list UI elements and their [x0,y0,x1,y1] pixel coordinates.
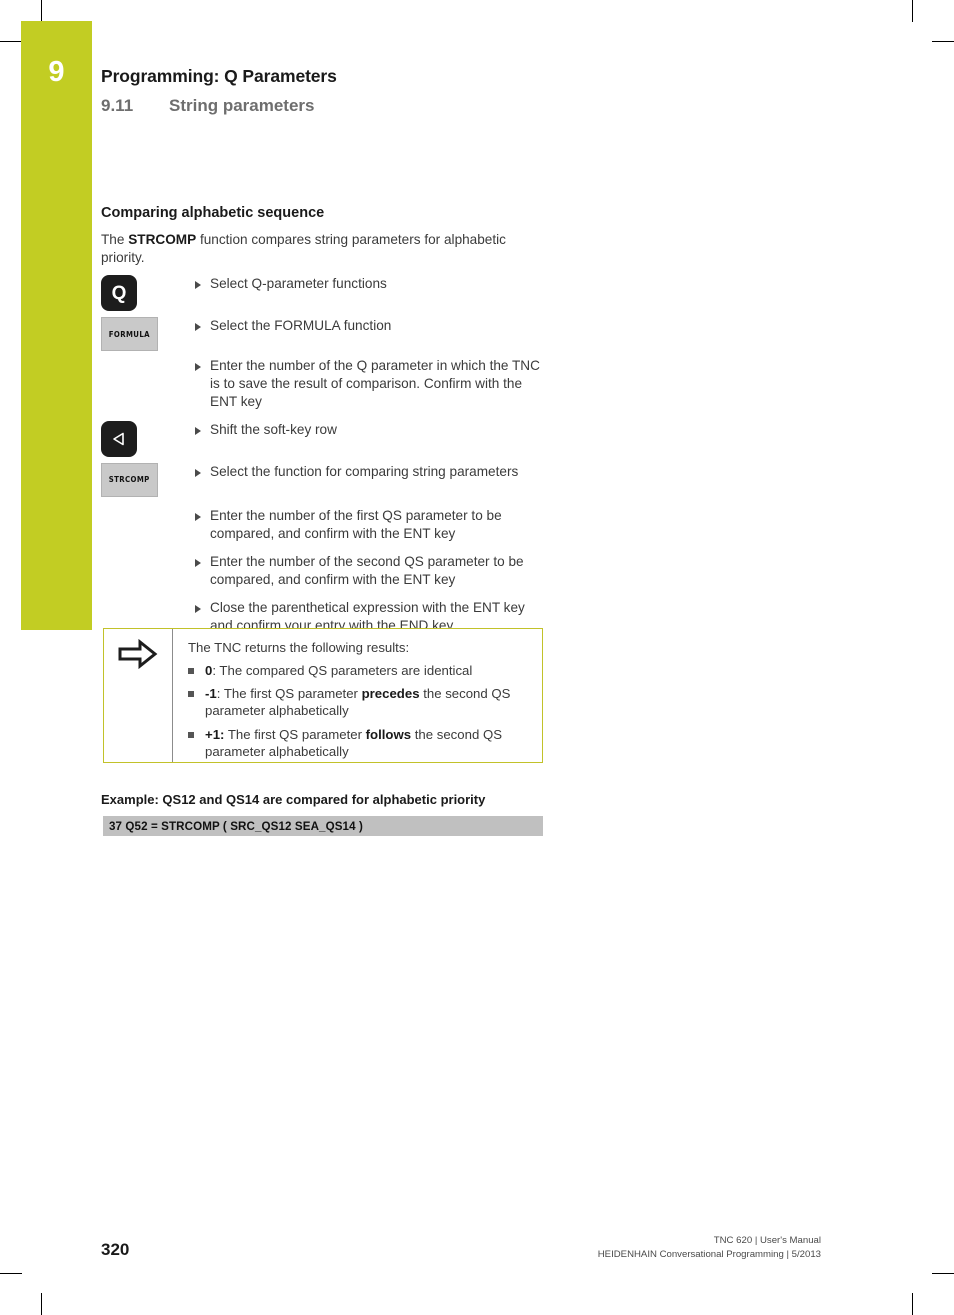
note-item-value: -1 [205,686,217,702]
page-number: 320 [101,1240,130,1259]
footer-meta: TNC 620 | User's Manual HEIDENHAIN Conve… [598,1234,821,1262]
triangle-bullet-icon [195,281,201,290]
note-list-item: 0: The compared QS parameters are identi… [188,662,532,679]
step-text-column: Enter the number of the first QS paramet… [195,507,543,543]
step-key-column: Q [101,275,195,312]
crop-mark-bottom-right-vertical [912,1293,913,1315]
step-text-column: Select the FORMULA function [195,317,543,335]
running-header: Programming: Q Parameters 9.11 String par… [101,66,721,116]
step-instruction-text: Select Q-parameter functions [210,276,387,292]
chapter-title: Programming: Q Parameters [101,66,337,86]
example-code-block: 37 Q52 = STRCOMP ( SRC_QS12 SEA_QS14 ) [103,816,543,836]
footer-line-1: TNC 620 | User's Manual [713,1235,821,1246]
step-instruction-text: Enter the number of the Q parameter in w… [210,358,540,410]
strcomp-softkey[interactable]: STRCOMP [101,462,158,497]
note-text-column: The TNC returns the following results: 0… [173,629,542,762]
q-key[interactable]: Q [101,275,137,312]
chapter-number: 9 [48,56,65,88]
section-title: String parameters [169,96,315,115]
crop-mark-top-right-vertical [912,0,913,22]
footer-line-2: HEIDENHAIN Conversational Programming | … [597,1248,821,1260]
step-text-column: Shift the soft-key row [195,421,543,439]
step-row: FORMULA Select the FORMULA function [101,317,543,352]
note-item-value: 0 [205,663,213,679]
step-key-column: STRCOMP [101,462,195,497]
formula-softkey[interactable]: FORMULA [101,317,158,352]
step-text-column: Select the function for comparing string… [195,463,543,481]
step-row: Enter the number of the second QS parame… [101,553,543,589]
step-instruction-text: Select the FORMULA function [210,318,392,334]
triangle-bullet-icon [195,558,201,567]
intro-function-name: STRCOMP [128,232,197,248]
section-heading: 9.11 String parameters [101,96,721,116]
triangle-bullet-icon [195,512,201,521]
step-row: Q Select Q-parameter functions [101,275,543,312]
step-instruction-text: Shift the soft-key row [210,421,337,437]
crop-mark-top-left-vertical [41,0,42,22]
crop-mark-bottom-left-vertical [41,1293,42,1315]
note-item-emphasis: follows [365,726,412,742]
note-item-text: +1: The first QS parameter follows the s… [205,726,502,759]
step-key-column [101,420,195,457]
note-item-emphasis: precedes [361,686,420,702]
crop-mark-bottom-left-horizontal [0,1273,22,1274]
intro-prefix: The [101,232,129,248]
main-content: Comparing alphabetic sequence The STRCOM… [101,204,543,635]
step-instruction-text: Enter the number of the second QS parame… [210,553,524,587]
note-list-item: +1: The first QS parameter follows the s… [188,726,532,760]
triangle-bullet-icon [195,604,201,613]
intro-paragraph: The STRCOMP function compares string par… [101,231,543,267]
section-number: 9.11 [101,96,134,115]
note-item-text: 0: The compared QS parameters are identi… [205,663,473,679]
softkey-label: STRCOMP [109,475,150,485]
step-row: STRCOMP Select the function for comparing… [101,462,543,497]
step-list: Q Select Q-parameter functions FORMULA Sele… [101,275,543,635]
step-instruction-text: Select the function for comparing string… [210,463,519,479]
step-key-column: FORMULA [101,317,195,352]
softkey-label: FORMULA [108,329,151,339]
note-item-list: 0: The compared QS parameters are identi… [188,662,532,760]
block-arrow-right-icon [118,638,158,674]
step-instruction-text: Enter the number of the first QS paramet… [210,507,502,541]
example-code-text: 37 Q52 = STRCOMP ( SRC_QS12 SEA_QS14 ) [109,819,363,833]
square-bullet-icon [188,691,194,698]
crop-mark-bottom-right-horizontal [932,1273,954,1274]
triangle-bullet-icon [195,363,201,372]
note-lead-text: The TNC returns the following results: [188,640,410,655]
note-item-value: +1: [205,726,225,742]
triangle-bullet-icon [195,426,201,435]
note-item-text: -1: The first QS parameter precedes the … [205,686,511,719]
note-callout-box: The TNC returns the following results: 0… [103,628,543,763]
step-row: Enter the number of the first QS paramet… [101,507,543,543]
triangle-bullet-icon [195,468,201,477]
example-heading: Example: QS12 and QS14 are compared for … [101,792,486,807]
square-bullet-icon [188,731,194,738]
step-text-column: Enter the number of the Q parameter in w… [195,357,543,411]
triangle-bullet-icon [195,323,201,332]
crop-mark-top-right-horizontal [932,41,954,42]
chapter-tab [21,21,92,630]
key-label: Q [111,282,127,304]
step-text-column: Select Q-parameter functions [195,275,543,293]
step-row: Enter the number of the Q parameter in w… [101,357,543,411]
page-subheading: Comparing alphabetic sequence [101,205,325,221]
crop-mark-top-left-horizontal [0,41,22,42]
square-bullet-icon [188,668,194,675]
step-text-column: Enter the number of the second QS parame… [195,553,543,589]
shift-left-arrow-key[interactable] [101,420,137,457]
note-list-item: -1: The first QS parameter precedes the … [188,685,532,719]
note-icon-column [104,629,173,762]
step-row: Shift the soft-key row [101,420,543,457]
